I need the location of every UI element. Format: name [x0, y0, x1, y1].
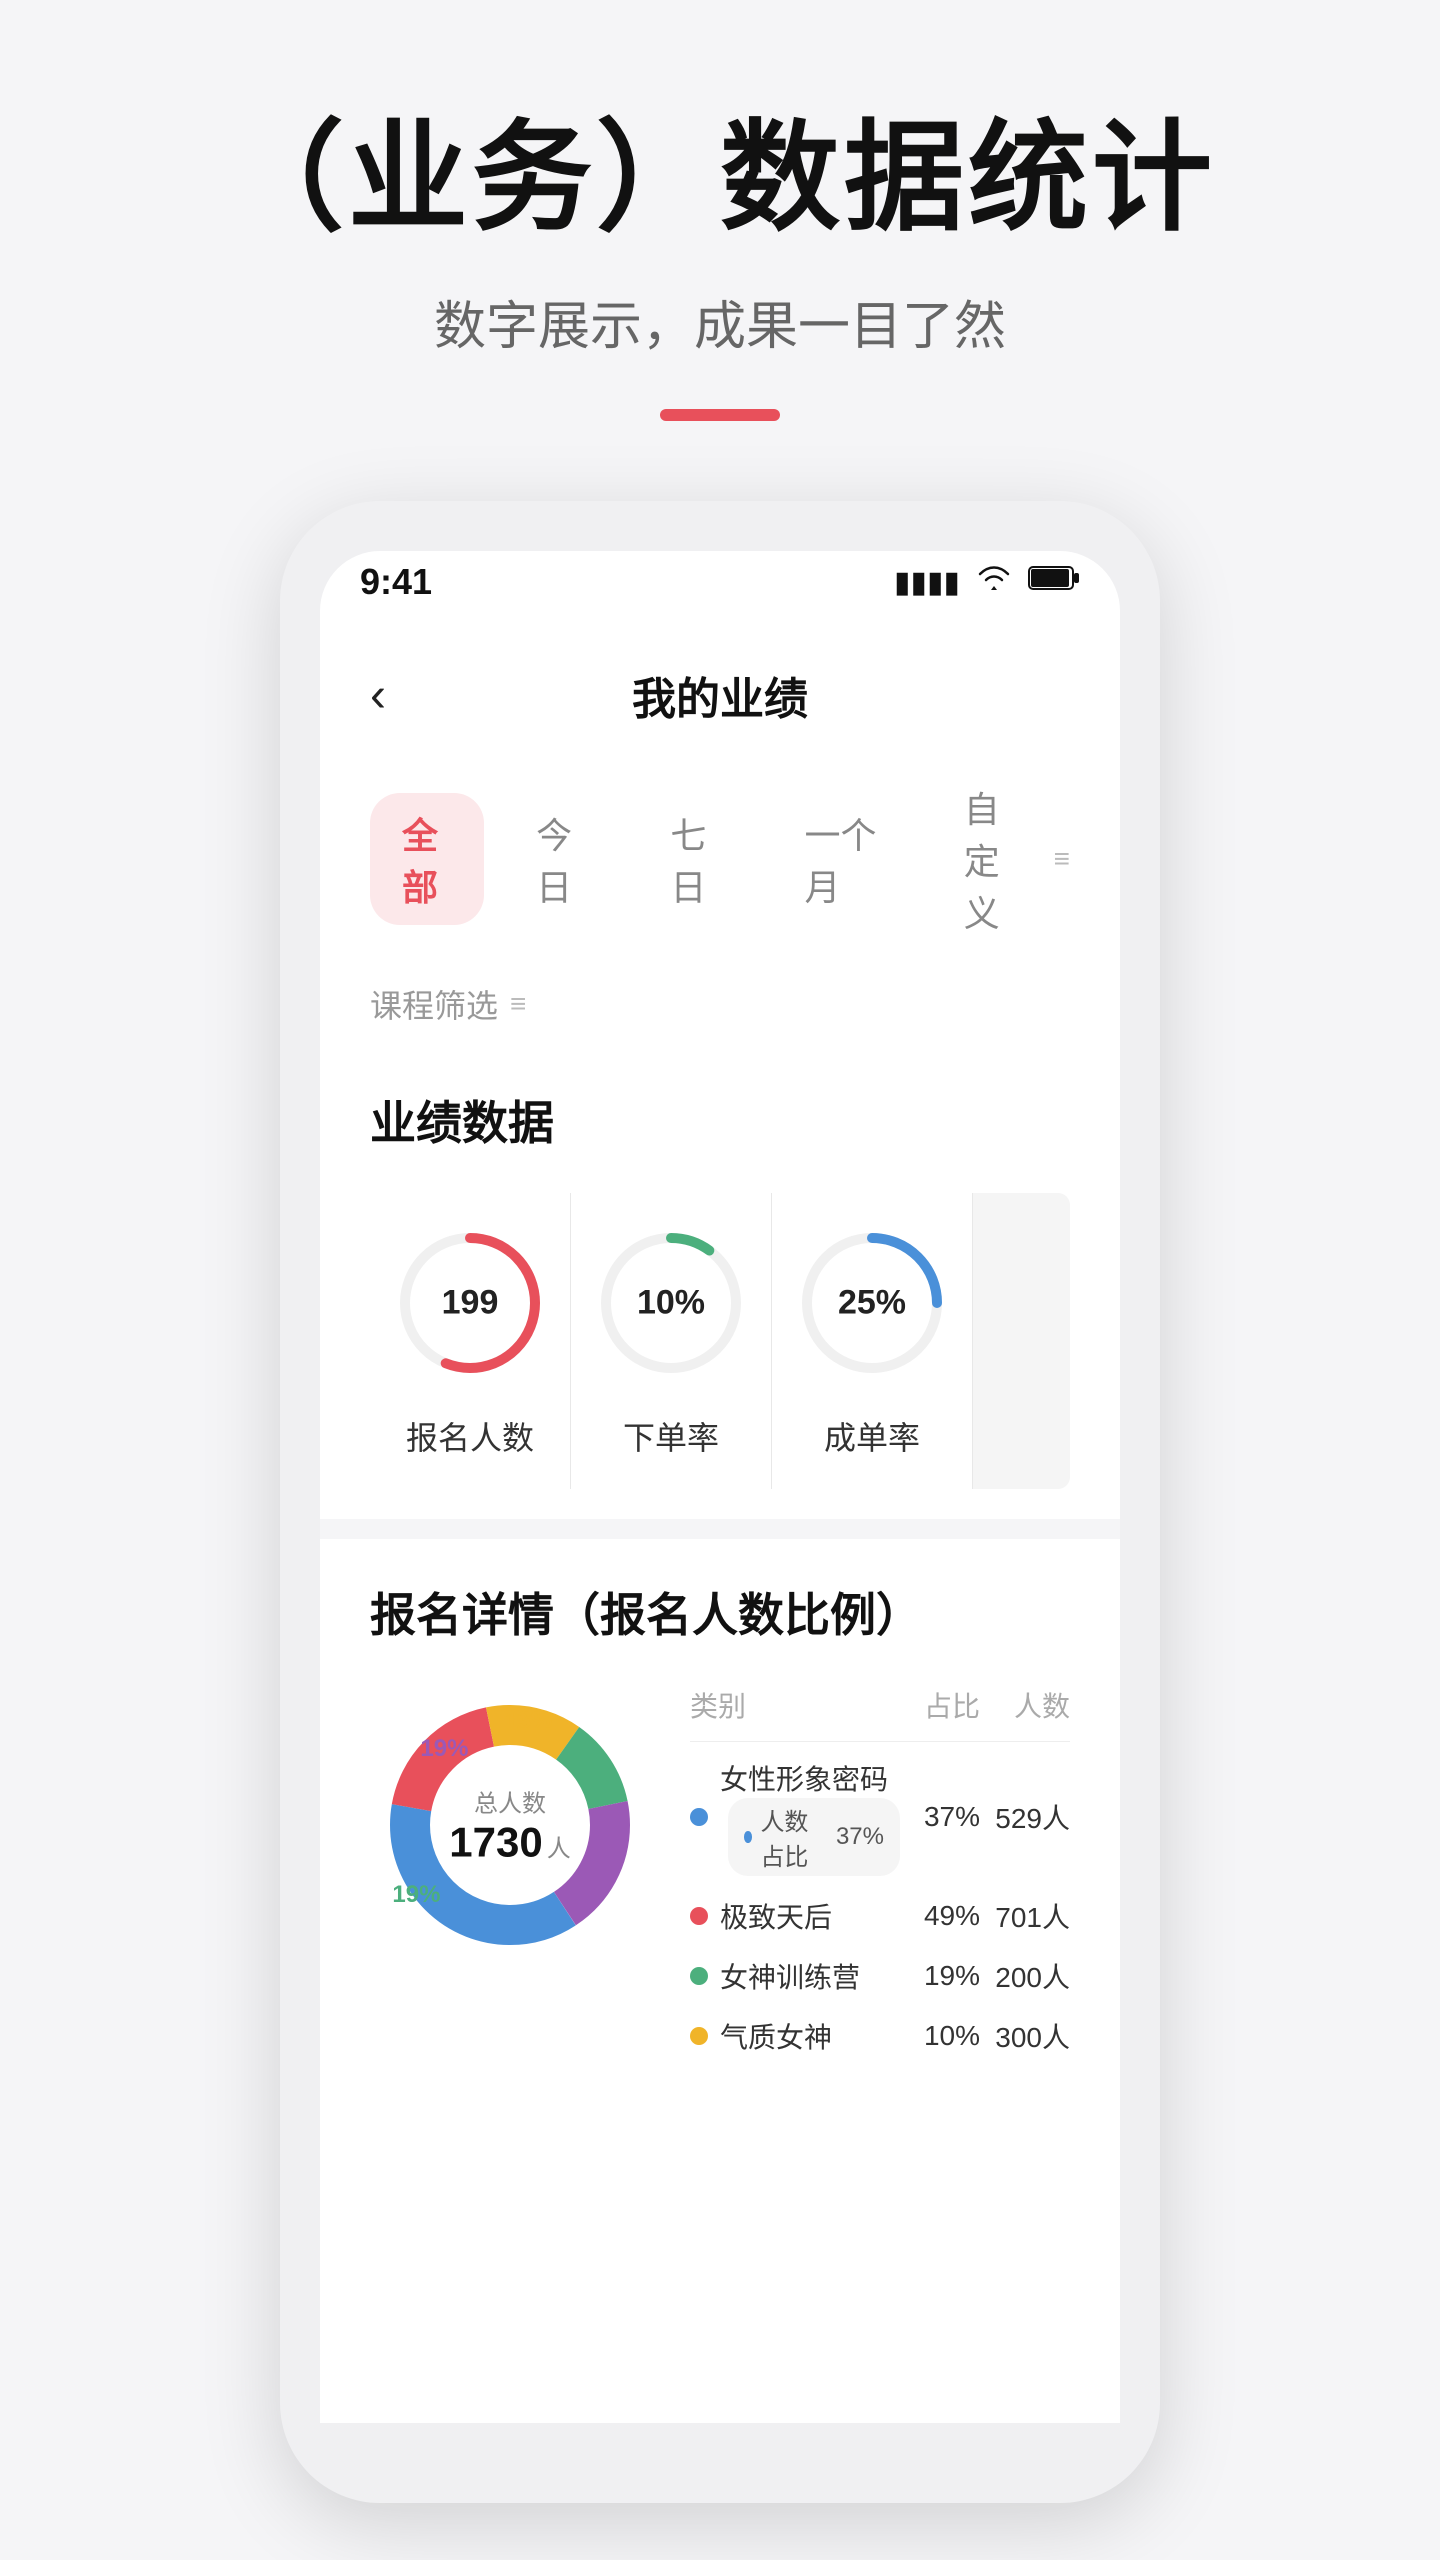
legend-name-2: 女神训练营 [720, 1956, 900, 1996]
circle-value-conversion: 25% [838, 1284, 906, 1323]
table-col-pct: 占比 [900, 1685, 980, 1725]
legend-badge-0: 人数占比 37% [728, 1798, 900, 1876]
donut-center-unit: 人 [547, 1829, 571, 1864]
tab-seven-days[interactable]: 七日 [638, 793, 752, 925]
legend-name-0: 女性形象密码 [720, 1758, 900, 1798]
legend-dot-1 [690, 1907, 708, 1925]
marketing-title: （业务）数据统计 [224, 80, 1216, 254]
status-bar: 9:41 ▮▮▮▮ [320, 551, 1120, 623]
legend-badge-value-0: 37% [836, 1823, 884, 1851]
legend-count-0: 529人 [980, 1797, 1070, 1837]
legend-name-area-0: 女性形象密码 人数占比 37% [720, 1758, 900, 1876]
stat-card-partial [973, 1193, 1070, 1489]
legend-row-1: 极致天后 49% 701人 [690, 1896, 1070, 1936]
course-filter-icon[interactable]: ≡ [510, 988, 526, 1020]
donut-label-purple: 19% [420, 1735, 468, 1763]
back-button[interactable]: ‹ [370, 668, 386, 723]
status-icons: ▮▮▮▮ [894, 564, 1080, 600]
filter-tabs: 全部 今日 七日 一个月 自定义 ≡ [320, 757, 1120, 961]
signup-section: 报名详情（报名人数比例） [320, 1539, 1120, 2106]
red-divider-bar [660, 409, 780, 421]
legend-row-3: 气质女神 10% 300人 [690, 2016, 1070, 2056]
course-filter[interactable]: 课程筛选 ≡ [320, 961, 1120, 1047]
wifi-icon [976, 564, 1012, 600]
legend-pct-3: 10% [900, 2020, 980, 2052]
legend-table: 类别 占比 人数 女性形象密码 人数占比 37% [690, 1685, 1070, 2076]
stats-section-title: 业绩数据 [320, 1047, 1120, 1173]
legend-badge-dot-0 [744, 1831, 752, 1843]
legend-name-1: 极致天后 [720, 1896, 900, 1936]
circle-value-order: 10% [637, 1284, 705, 1323]
legend-dot-2 [690, 1967, 708, 1985]
section-divider [320, 1519, 1120, 1539]
legend-count-3: 300人 [980, 2016, 1070, 2056]
donut-chart: 总人数 1730 人 19% 13% 19% [370, 1685, 650, 1965]
marketing-subtitle: 数字展示，成果一目了然 [434, 284, 1006, 359]
filter-lines-icon[interactable]: ≡ [1054, 843, 1070, 875]
marketing-area: （业务）数据统计 数字展示，成果一目了然 [0, 0, 1440, 461]
legend-dot-3 [690, 2027, 708, 2045]
page-title: 我的业绩 [632, 663, 808, 727]
tab-custom-container: 自定义 ≡ [932, 767, 1070, 951]
legend-pct-1: 49% [900, 1900, 980, 1932]
table-col-count: 人数 [980, 1685, 1070, 1725]
phone-frame: 9:41 ▮▮▮▮ ‹ 我的业绩 [280, 501, 1160, 2503]
legend-count-2: 200人 [980, 1956, 1070, 1996]
donut-label-green: 19% [392, 1881, 440, 1909]
table-col-class: 类别 [690, 1685, 900, 1725]
circle-value-signup: 199 [442, 1284, 499, 1323]
donut-center-number: 1730 [449, 1819, 542, 1867]
tab-all[interactable]: 全部 [370, 793, 484, 925]
nav-header: ‹ 我的业绩 [320, 623, 1120, 757]
stat-label-conversion: 成单率 [824, 1413, 920, 1459]
signal-icon: ▮▮▮▮ [894, 565, 960, 600]
stats-row: 199 报名人数 10% 下单率 [320, 1173, 1120, 1519]
battery-icon [1028, 564, 1080, 600]
donut-center-label: 总人数 [449, 1784, 570, 1819]
legend-row-2: 女神训练营 19% 200人 [690, 1956, 1070, 1996]
donut-center: 总人数 1730 人 [449, 1784, 570, 1867]
phone-content: ‹ 我的业绩 全部 今日 七日 一个月 自定义 ≡ 课程筛选 ≡ 业绩数据 [320, 623, 1120, 2423]
stat-card-conversion: 25% 成单率 [772, 1193, 973, 1489]
circle-signup-count: 199 [390, 1223, 550, 1383]
chart-area: 总人数 1730 人 19% 13% 19% [370, 1685, 1070, 2076]
signup-section-title: 报名详情（报名人数比例） [370, 1579, 1070, 1645]
stat-card-order-rate: 10% 下单率 [571, 1193, 772, 1489]
legend-pct-2: 19% [900, 1960, 980, 1992]
tab-one-month[interactable]: 一个月 [773, 793, 912, 925]
legend-dot-0 [690, 1808, 708, 1826]
course-filter-label: 课程筛选 [370, 981, 498, 1027]
legend-row-0: 女性形象密码 人数占比 37% 37% 529人 [690, 1758, 1070, 1876]
circle-conversion: 25% [792, 1223, 952, 1383]
circle-order-rate: 10% [591, 1223, 751, 1383]
stat-label-signup: 报名人数 [406, 1413, 534, 1459]
phone-time: 9:41 [360, 561, 432, 603]
donut-label-yellow: 13% [504, 1707, 552, 1735]
table-header-row: 类别 占比 人数 [690, 1685, 1070, 1742]
tab-today[interactable]: 今日 [504, 793, 618, 925]
stat-label-order: 下单率 [623, 1413, 719, 1459]
tab-custom[interactable]: 自定义 [932, 767, 1044, 951]
stat-card-signup-count: 199 报名人数 [370, 1193, 571, 1489]
legend-pct-0: 37% [900, 1801, 980, 1833]
legend-badge-label-0: 人数占比 [760, 1802, 828, 1872]
legend-count-1: 701人 [980, 1896, 1070, 1936]
legend-name-3: 气质女神 [720, 2016, 900, 2056]
